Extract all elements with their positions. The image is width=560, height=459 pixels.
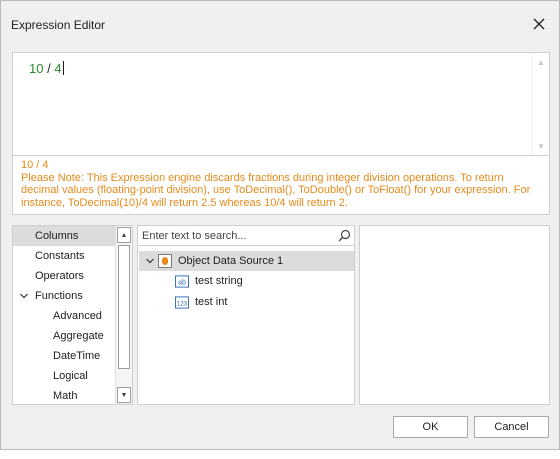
info-panel: 10 / 4 Please Note: This Expression engi…	[12, 156, 550, 215]
text-caret	[62, 61, 64, 75]
right-operand: 4	[54, 61, 62, 76]
category-functions[interactable]: Functions	[13, 286, 115, 306]
category-scrollbar[interactable]: ▲ ▼	[115, 226, 132, 404]
ok-button[interactable]: OK	[393, 416, 468, 438]
category-label: Logical	[53, 370, 88, 382]
scroll-down-icon[interactable]: ▼	[533, 138, 549, 154]
editor-scrollbar[interactable]: ▲ ▼	[532, 53, 549, 155]
data-source-icon	[158, 254, 172, 268]
string-field-icon: ab	[175, 274, 189, 288]
category-label: Constants	[35, 250, 85, 262]
category-columns[interactable]: Columns	[13, 226, 115, 246]
icon-text: 123	[177, 301, 188, 307]
info-note: Please Note: This Expression engine disc…	[21, 171, 531, 209]
scrollbar-thumb[interactable]	[118, 245, 130, 369]
category-logical[interactable]: Logical	[13, 366, 115, 386]
scroll-up-icon[interactable]: ▲	[117, 227, 131, 243]
category-constants[interactable]: Constants	[13, 246, 115, 266]
category-label: Operators	[35, 270, 84, 282]
category-aggregate[interactable]: Aggregate	[13, 326, 115, 346]
description-panel	[359, 225, 550, 405]
operator: /	[47, 61, 51, 76]
search-input[interactable]	[138, 226, 334, 245]
expression-text[interactable]: 10 / 4	[29, 61, 64, 76]
tree-node-test-int[interactable]: 123 test int	[175, 292, 227, 312]
category-label: Advanced	[53, 310, 102, 322]
left-operand: 10	[29, 61, 44, 76]
cancel-button[interactable]: Cancel	[474, 416, 549, 438]
search-box	[138, 226, 354, 246]
expression-editor-dialog: Expression Editor 10 / 4 ▲ ▼ 10 / 4 Plea…	[0, 0, 560, 450]
close-icon	[533, 18, 545, 30]
category-advanced[interactable]: Advanced	[13, 306, 115, 326]
tree-node-label: test int	[195, 296, 228, 308]
category-datetime[interactable]: DateTime	[13, 346, 115, 366]
category-label: Aggregate	[53, 330, 104, 342]
expression-input[interactable]: 10 / 4 ▲ ▼	[12, 52, 550, 156]
scroll-up-icon[interactable]: ▲	[533, 54, 549, 70]
tree-node-label: test string	[195, 275, 243, 287]
scroll-down-icon[interactable]: ▼	[117, 387, 131, 403]
category-operators[interactable]: Operators	[13, 266, 115, 286]
category-label: Math	[53, 390, 78, 402]
field-tree-panel: Object Data Source 1 ab test string 123 …	[137, 225, 355, 405]
category-label: DateTime	[53, 350, 101, 362]
tree-node-datasource[interactable]: Object Data Source 1	[139, 251, 354, 271]
close-button[interactable]	[527, 12, 551, 36]
info-expression: 10 / 4	[21, 159, 49, 171]
chevron-down-icon[interactable]	[142, 251, 158, 271]
tree-node-label: Object Data Source 1	[178, 255, 284, 267]
category-list: Columns Constants Operators Functions Ad…	[12, 225, 133, 405]
category-math[interactable]: Math	[13, 386, 115, 406]
chevron-down-icon[interactable]	[19, 291, 29, 301]
tree-node-test-string[interactable]: ab test string	[175, 271, 243, 291]
category-label: Columns	[35, 230, 79, 242]
int-field-icon: 123	[175, 295, 189, 309]
window-title: Expression Editor	[11, 18, 106, 32]
category-label: Functions	[35, 290, 83, 302]
title-bar: Expression Editor	[1, 1, 559, 41]
icon-text: ab	[178, 279, 186, 286]
search-icon[interactable]	[338, 229, 351, 242]
